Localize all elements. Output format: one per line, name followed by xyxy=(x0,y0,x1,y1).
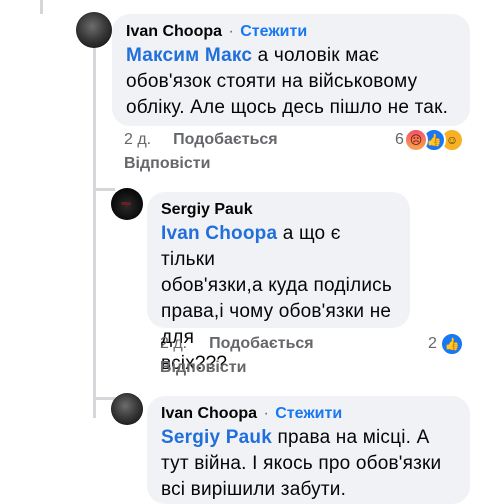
comment-text-line: а чоловік має xyxy=(252,45,380,66)
thread-line-main xyxy=(93,48,96,418)
comment-text: Ivan Choopa а що є тільки обов'язки,а ку… xyxy=(161,221,396,377)
reply-button[interactable]: Відповісти xyxy=(160,359,246,377)
thread-line-top xyxy=(40,0,43,14)
reply-button[interactable]: Відповісти xyxy=(124,155,210,173)
follow-button[interactable]: Стежити xyxy=(275,405,342,422)
comment-text-line: обов'язок стояти на військовому xyxy=(126,71,418,92)
comment-header: Ivan Choopa · Стежити xyxy=(126,23,456,41)
comment-thread: Ivan Choopa · Стежити Максим Макс а чоло… xyxy=(0,0,480,504)
comment-bubble: Sergiy Pauk Ivan Choopa а що є тільки об… xyxy=(147,192,410,374)
mention-link[interactable]: Ivan Choopa xyxy=(161,223,277,244)
mention-link[interactable]: Максим Макс xyxy=(126,45,252,66)
avatar[interactable] xyxy=(76,12,112,48)
timestamp[interactable]: 2 д. xyxy=(160,335,187,352)
reaction-count[interactable]: 6 xyxy=(395,131,404,149)
comment-text-line: обов'язки,а куда поділись xyxy=(161,275,392,296)
comment-text-line: всі вирішили забути. xyxy=(161,479,347,500)
comment-meta: 2 д. Подобається xyxy=(160,335,314,353)
comment-header: Sergiy Pauk xyxy=(161,201,396,219)
like-icon[interactable]: 👍 xyxy=(440,332,464,356)
avatar-detail xyxy=(121,202,131,205)
reaction-count[interactable]: 2 xyxy=(428,335,437,353)
comment-text: Максим Макс а чоловік має обов'язок стоя… xyxy=(126,43,456,121)
comment-text: Sergiy Pauk права на місці. А тут війна.… xyxy=(161,425,456,503)
author-name[interactable]: Ivan Choopa xyxy=(161,405,257,422)
follow-button[interactable]: Стежити xyxy=(240,23,307,40)
avatar[interactable] xyxy=(111,393,143,425)
separator: · xyxy=(228,23,234,40)
author-name[interactable]: Ivan Choopa xyxy=(126,23,222,40)
like-button[interactable]: Подобається xyxy=(173,131,278,148)
thread-line-branch-1 xyxy=(93,188,115,191)
thread-line-branch-2 xyxy=(93,397,115,400)
avatar[interactable] xyxy=(111,188,143,220)
comment-meta: 2 д. Подобається xyxy=(124,131,278,149)
timestamp[interactable]: 2 д. xyxy=(124,131,151,148)
angry-icon[interactable]: ☹ xyxy=(404,128,428,152)
like-button[interactable]: Подобається xyxy=(209,335,314,352)
author-name[interactable]: Sergiy Pauk xyxy=(161,201,253,218)
mention-link[interactable]: Sergiy Pauk xyxy=(161,427,272,448)
comment-bubble: Ivan Choopa · Стежити Максим Макс а чоло… xyxy=(112,14,470,126)
comment-text-line: тут війна. І якось про обов'язки xyxy=(161,453,442,474)
comment-text-line: обліку. Але щось десь пішло не так. xyxy=(126,97,449,118)
separator: · xyxy=(263,405,269,422)
comment-text-line: права на місці. А xyxy=(271,427,430,448)
comment-bubble: Ivan Choopa · Стежити Sergiy Pauk права … xyxy=(147,396,470,504)
comment-header: Ivan Choopa · Стежити xyxy=(161,405,456,423)
